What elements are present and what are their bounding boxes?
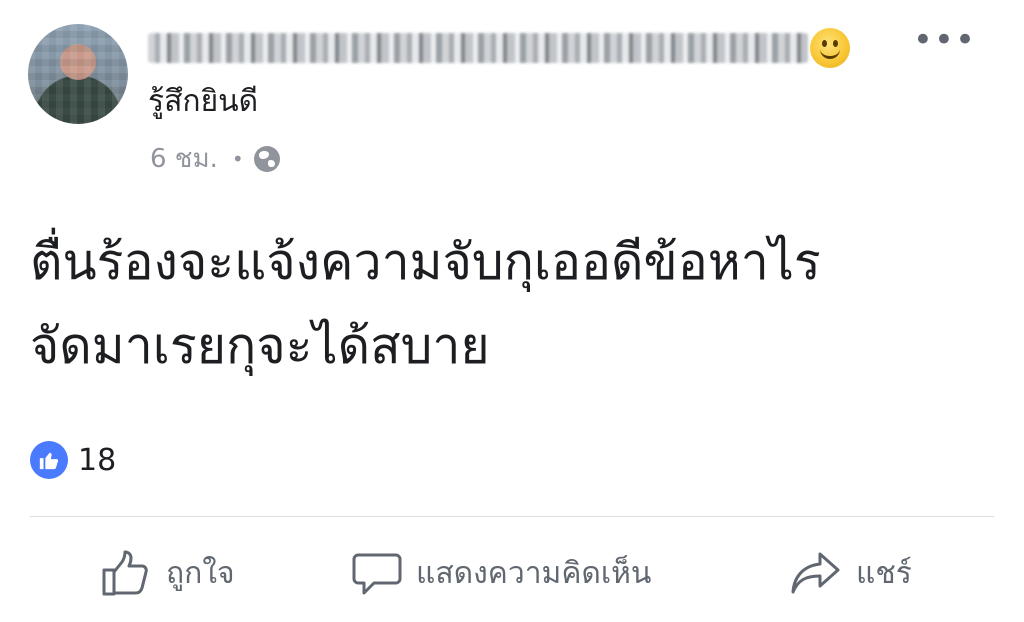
like-reaction-icon bbox=[30, 441, 68, 479]
like-count: 18 bbox=[78, 442, 117, 478]
thumbs-up-icon bbox=[102, 550, 148, 596]
globe-icon[interactable] bbox=[253, 145, 280, 172]
comment-button[interactable]: แสดงความคิดเห็น bbox=[352, 538, 651, 608]
share-arrow-icon bbox=[791, 552, 840, 594]
post-text-line: จัดมาเรยกุจะได้สบาย bbox=[30, 317, 490, 375]
post-text: ตื่นร้องจะแจ้งความจับกุเออดีข้อหาไร จัดม… bbox=[30, 220, 1000, 388]
like-label: ถูกใจ bbox=[166, 555, 235, 591]
share-label: แชร์ bbox=[856, 555, 912, 591]
feeling-status: รู้สึกยินดี bbox=[148, 84, 259, 119]
post-actions-bar: ถูกใจ แสดงความคิดเห็น แชร์ bbox=[0, 538, 1024, 608]
smiley-emoji-icon bbox=[810, 28, 850, 68]
post-meta: 6 ชม. • bbox=[150, 138, 280, 179]
like-button[interactable]: ถูกใจ bbox=[100, 538, 235, 608]
share-button[interactable]: แชร์ bbox=[790, 538, 912, 608]
post-text-line: ตื่นร้องจะแจ้งความจับกุเออดีข้อหาไร bbox=[30, 233, 821, 291]
facebook-post: รู้สึกยินดี 6 ชม. • ••• ตื่นร้องจะแจ้งคว… bbox=[0, 0, 1024, 622]
comment-icon bbox=[352, 553, 402, 595]
reaction-summary[interactable]: 18 bbox=[30, 441, 116, 479]
comment-label: แสดงความคิดเห็น bbox=[416, 555, 652, 591]
author-name-blurred[interactable] bbox=[148, 33, 808, 63]
more-options-icon[interactable]: ••• bbox=[913, 23, 976, 57]
author-name-row bbox=[148, 26, 850, 70]
avatar-pixelation bbox=[28, 24, 128, 124]
meta-separator: • bbox=[231, 146, 244, 171]
avatar[interactable] bbox=[28, 24, 128, 124]
post-time[interactable]: 6 ชม. bbox=[150, 138, 218, 179]
divider bbox=[30, 516, 994, 517]
